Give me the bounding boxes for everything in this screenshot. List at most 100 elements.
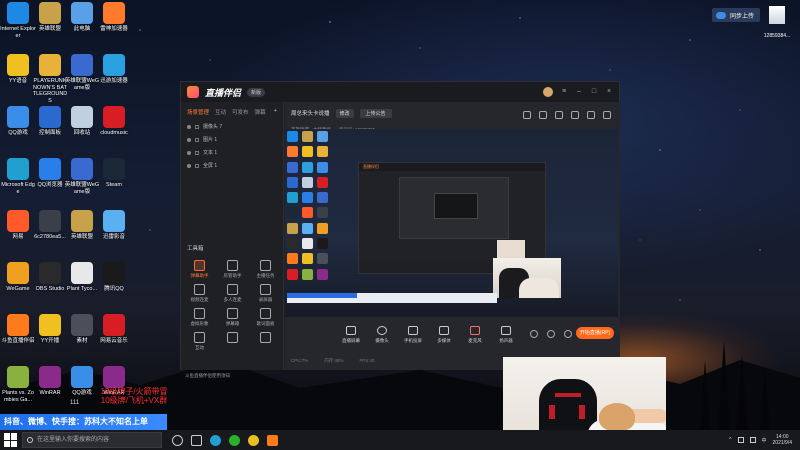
edit-room-button[interactable]: 修改 (335, 108, 354, 118)
toolbox-item[interactable]: 房管助手 (216, 260, 249, 279)
speaker-button[interactable]: 扬声器 (496, 326, 516, 344)
toolbox-item[interactable]: 虚拟形象 (183, 308, 216, 327)
toolbox-item[interactable]: 弹幕箱 (216, 308, 249, 327)
desktop-icon[interactable]: 雷神加速器 (96, 2, 132, 33)
stream-preview[interactable]: 直播伴侣 (285, 129, 618, 317)
task-view-icon[interactable] (172, 434, 183, 446)
chevron-up-icon[interactable]: ^ (729, 437, 731, 443)
media-button[interactable]: 多媒体 (434, 326, 454, 344)
start-live-button[interactable]: 开始直播(RP) (576, 327, 614, 339)
toolbox-item[interactable]: 录屏器 (249, 284, 282, 303)
visibility-icon[interactable] (187, 150, 191, 155)
desktop-icon[interactable]: Microsoft Edge (0, 158, 36, 195)
lock-icon[interactable] (195, 124, 199, 129)
desktop-icon[interactable]: 英雄联盟WeGame版 (64, 158, 100, 195)
desktop-icon[interactable]: PLAYERUNKNOWN'S BATTLEGROUNDS (32, 54, 68, 104)
desktop-icon[interactable]: 回收站 (64, 106, 100, 137)
desktop-icon[interactable]: YY开播 (32, 314, 68, 345)
add-scene-icon[interactable]: + (274, 108, 277, 116)
toolbox-item[interactable] (249, 332, 282, 351)
desktop-icon[interactable]: WinRAR (32, 366, 68, 397)
toolbox-item[interactable]: 主播任务 (249, 260, 282, 279)
desktop-icon[interactable]: Plant Tyco... (64, 262, 100, 293)
desktop-icon[interactable]: 控制面板 (32, 106, 68, 137)
gear-icon[interactable] (564, 330, 572, 338)
tab-interact[interactable]: 互动 (215, 108, 226, 116)
menu-icon[interactable]: ≡ (560, 88, 568, 96)
toolbox-item[interactable] (216, 332, 249, 351)
desktop-icon[interactable]: QQ游戏 (0, 106, 36, 137)
toolbox-item[interactable]: 弹幕助手 (183, 260, 216, 279)
scene-item[interactable]: 摄像头 7 (185, 120, 279, 133)
screen-capture-button[interactable]: 直播屏幕 (341, 326, 361, 344)
desktop-icon[interactable]: OBS Studio (32, 262, 68, 293)
desktop-icon[interactable]: WeGame (0, 262, 36, 293)
visibility-icon[interactable] (187, 163, 191, 168)
user-avatar[interactable] (543, 87, 553, 97)
chrome-icon[interactable] (248, 434, 259, 446)
record-icon[interactable] (530, 330, 538, 338)
lock-icon[interactable] (195, 150, 199, 155)
shop-icon[interactable] (555, 111, 563, 119)
app-titlebar[interactable]: 直播伴侣 新版 ≡ – □ × (181, 82, 619, 102)
windows-start-icon[interactable] (4, 433, 18, 447)
desktop-icon[interactable]: 网易 (0, 210, 36, 241)
bell-icon[interactable] (571, 111, 579, 119)
toolbox-item[interactable]: 互动 (183, 332, 216, 351)
toolbox-item[interactable]: 歌词面板 (249, 308, 282, 327)
tab-publish[interactable]: 可发布 (232, 108, 249, 116)
multitask-icon[interactable] (191, 434, 202, 446)
cloud-sync-widget[interactable]: 同步上传 (712, 8, 760, 22)
scene-item[interactable]: 全屏 1 (185, 159, 279, 172)
desktop-icon[interactable]: cloudmusic (96, 106, 132, 137)
desktop-icon[interactable]: 英雄联盟 (32, 2, 68, 33)
wechat-icon[interactable] (229, 434, 240, 446)
desktop-icon[interactable]: 英雄联盟 (64, 210, 100, 241)
usage-notice-link[interactable]: 斗鱼直播伴侣使用须知 (185, 373, 230, 379)
desktop-icon[interactable]: Internet Explorer (0, 2, 36, 39)
edge-icon[interactable] (210, 434, 221, 446)
desktop-icon[interactable]: Steam (96, 158, 132, 189)
taskbar-search-input[interactable]: 在这里输入你要搜索的内容 (22, 432, 162, 448)
desktop-icon[interactable]: YY语音 (0, 54, 36, 85)
gift-icon[interactable] (523, 111, 531, 119)
upload-notice-button[interactable]: 上传公告 (359, 108, 392, 118)
desktop-icon[interactable]: 此电脑 (64, 2, 100, 33)
tab-scene-manage[interactable]: 场景管理 (187, 108, 209, 116)
settings-icon[interactable] (587, 111, 595, 119)
desktop-icon[interactable]: Plants vs. Zombies Ga... (0, 366, 36, 403)
maximize-icon[interactable]: □ (590, 88, 598, 96)
lock-icon[interactable] (195, 137, 199, 142)
desktop-icon[interactable]: 素材 (64, 314, 100, 345)
desktop-icon[interactable]: 迅游加速器 (96, 54, 132, 85)
scene-item[interactable]: 图片 1 (185, 133, 279, 146)
desktop-icon[interactable]: 6c2780ea5... (32, 210, 68, 241)
camera-button[interactable]: 摄像头 (372, 326, 392, 344)
app-version-badge[interactable]: 新版 (247, 87, 266, 97)
lock-icon[interactable] (195, 163, 199, 168)
volume-icon[interactable] (749, 437, 756, 443)
scene-item[interactable]: 文本 1 (185, 146, 279, 159)
close-icon[interactable]: × (605, 88, 613, 96)
network-icon[interactable] (737, 437, 744, 443)
toolbox-item[interactable]: 多人连麦 (216, 284, 249, 303)
visibility-icon[interactable] (187, 124, 191, 129)
phone-cast-button[interactable]: 手机投屏 (403, 326, 423, 344)
minimize-icon[interactable]: – (575, 88, 583, 96)
ime-indicator[interactable]: 中 (762, 437, 767, 444)
streaming-app-icon[interactable] (267, 434, 278, 446)
desktop-icon[interactable]: 英雄联盟WeGame版 (64, 54, 100, 91)
desktop-icon[interactable]: QQ浏览器 (32, 158, 68, 189)
desktop-icon[interactable]: 斗鱼直播伴侣 (0, 314, 36, 345)
tab-danmaku[interactable]: 弹幕 (255, 108, 266, 116)
share-icon[interactable] (603, 111, 611, 119)
task-icon[interactable] (539, 111, 547, 119)
microphone-button[interactable]: 麦克风 (465, 326, 485, 344)
visibility-icon[interactable] (187, 137, 191, 142)
desktop-file-icon[interactable]: 12859384... (762, 6, 792, 42)
system-clock[interactable]: 14:00 2021/9/4 (773, 434, 792, 446)
desktop-icon[interactable]: 腾讯QQ (96, 262, 132, 293)
desktop-icon[interactable]: 迅雷影音 (96, 210, 132, 241)
desktop-icon[interactable]: 网易云音乐 (96, 314, 132, 345)
quality-icon[interactable] (547, 330, 555, 338)
